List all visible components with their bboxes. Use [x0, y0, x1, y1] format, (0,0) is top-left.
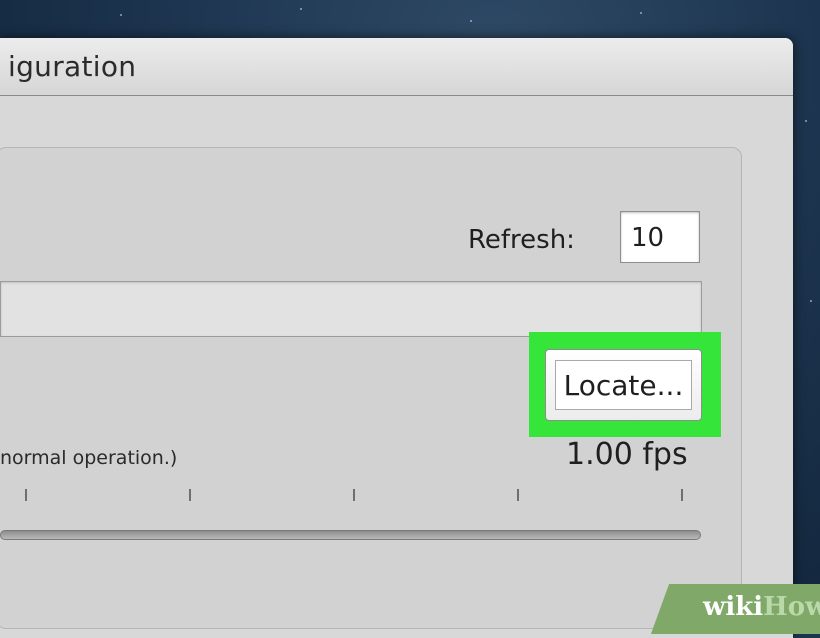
slider-tick: [353, 489, 355, 501]
slider-tick: [681, 489, 683, 501]
refresh-label: Refresh:: [468, 225, 575, 255]
refresh-input[interactable]: 10: [620, 211, 700, 263]
locate-button[interactable]: Locate...: [545, 349, 702, 421]
path-field[interactable]: [0, 281, 702, 337]
window-title: iguration: [8, 50, 137, 83]
fps-slider-track[interactable]: [0, 530, 701, 540]
window-titlebar[interactable]: iguration: [0, 38, 793, 96]
slider-tick: [517, 489, 519, 501]
slider-tick: [189, 489, 191, 501]
operation-hint: normal operation.): [0, 447, 178, 469]
fps-value: 1.00 fps: [566, 437, 688, 472]
locate-button-label: Locate...: [555, 360, 692, 410]
wikihow-watermark: wikiHow: [703, 592, 820, 622]
slider-tick: [25, 489, 27, 501]
